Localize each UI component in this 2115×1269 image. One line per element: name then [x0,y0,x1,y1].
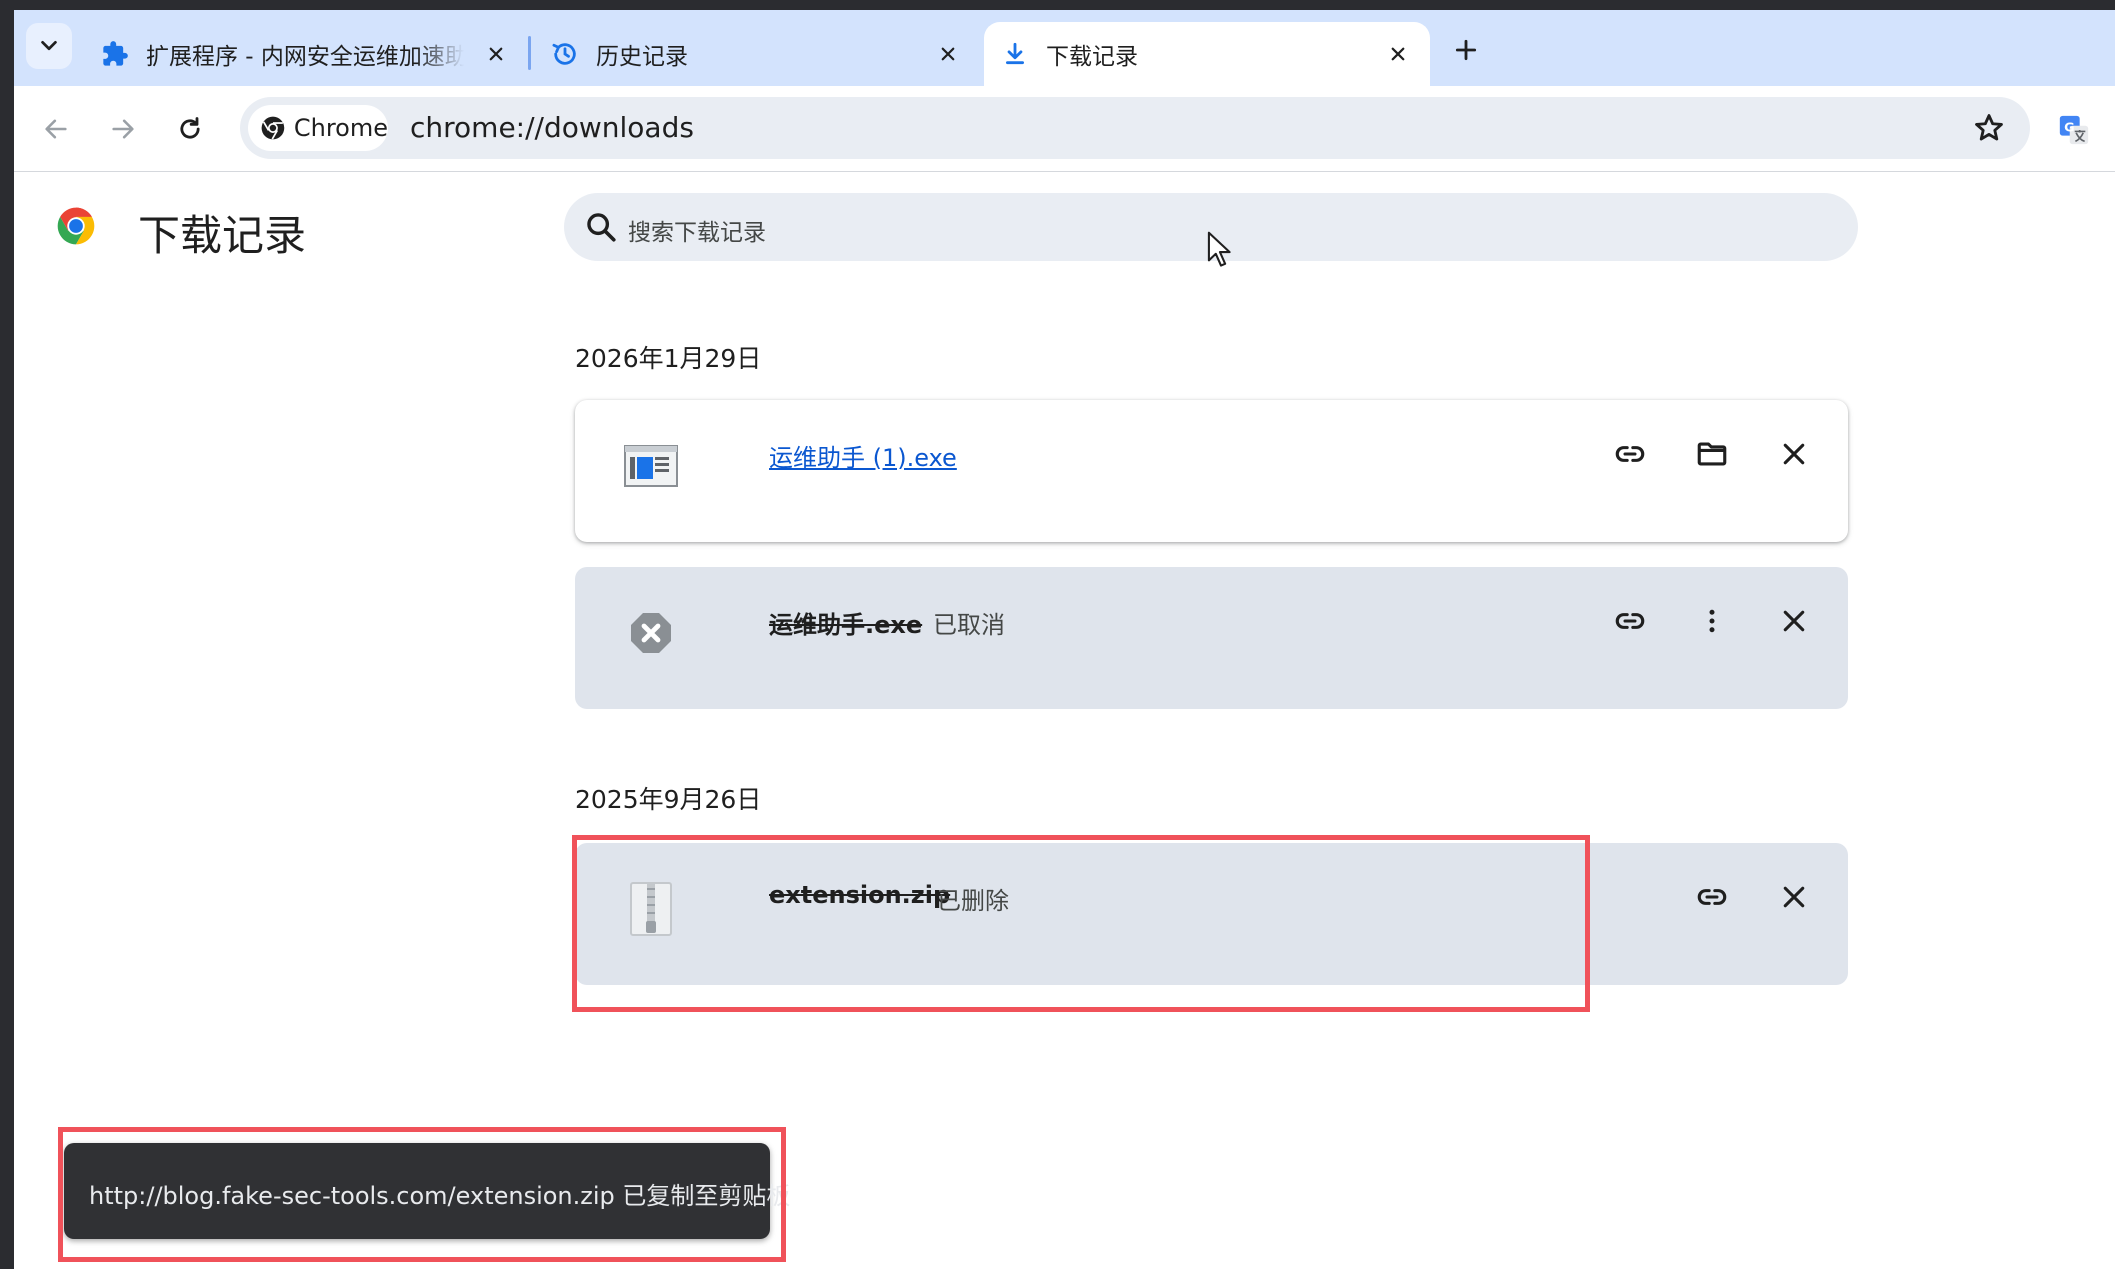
tab-close-button[interactable] [932,38,964,70]
close-icon [1391,47,1405,61]
tab-history[interactable]: 历史记录 [542,22,980,86]
arrow-right-icon [112,119,134,139]
tab-title: 历史记录 [596,44,688,70]
site-info-chip[interactable]: Chrome [248,105,388,151]
forward-button[interactable] [99,105,147,153]
history-icon [548,37,582,71]
download-item: 运维助手.exe 已取消 [575,567,1848,709]
tab-downloads[interactable]: 下载记录 [984,22,1430,86]
download-filename: 运维助手.exe [769,611,923,639]
download-icon [998,37,1032,71]
url-text[interactable]: chrome://downloads [410,111,694,144]
tab-close-button[interactable] [480,38,512,70]
copy-link-button[interactable] [1606,597,1654,645]
tab-close-button[interactable] [1382,38,1414,70]
search-icon [587,213,616,242]
remove-from-list-button[interactable] [1770,430,1818,478]
date-header: 2026年1月29日 [575,344,762,373]
close-icon [941,47,955,61]
remove-from-list-button[interactable] [1770,873,1818,921]
chevron-down-icon [41,40,57,51]
mouse-cursor-icon [1207,231,1231,267]
chrome-logo-icon [57,207,95,245]
window-left-border [0,0,14,1269]
tab-extensions[interactable]: 扩展程序 - 内网安全运维加速助手 [98,22,528,86]
page-title: 下载记录 [138,211,307,260]
link-icon [1697,889,1727,905]
tab-title: 扩展程序 - 内网安全运维加速助手 [146,44,464,70]
download-item: 运维助手 (1).exe [575,400,1848,542]
google-translate-extension-icon[interactable]: G [2052,108,2096,152]
close-icon [489,47,503,61]
close-icon [1783,610,1805,632]
download-filename-link[interactable]: 运维助手 (1).exe [769,438,957,473]
plus-icon [1455,39,1477,61]
reload-icon [180,117,200,139]
copy-link-button[interactable] [1688,873,1736,921]
exe-file-icon [621,436,681,496]
highlight-annotation-box [58,1127,786,1262]
cancelled-x-icon [621,603,681,663]
reload-button[interactable] [166,105,214,153]
tab-search-button[interactable] [26,23,72,69]
close-icon [1783,886,1805,908]
more-vert-icon [1709,609,1715,633]
arrow-left-icon [45,119,67,139]
more-actions-button[interactable] [1688,597,1736,645]
link-icon [1615,446,1645,462]
copy-link-button[interactable] [1606,430,1654,478]
svg-text:G: G [2064,120,2074,135]
tab-strip: 扩展程序 - 内网安全运维加速助手 历史记录 下载记录 [14,10,2115,86]
chrome-icon [261,116,285,140]
folder-icon [1697,442,1727,466]
new-tab-button[interactable] [1444,28,1488,72]
search-placeholder: 搜索下载记录 [628,220,766,246]
puzzle-icon [98,37,132,71]
remove-from-list-button[interactable] [1770,597,1818,645]
chip-label: Chrome [293,114,388,142]
close-icon [1783,443,1805,465]
tab-title: 下载记录 [1046,44,1138,70]
address-bar[interactable]: Chrome chrome://downloads [240,97,2030,159]
download-status: 已取消 [933,611,1005,639]
tab-separator [528,36,531,70]
highlight-annotation-box [572,835,1590,1012]
star-icon[interactable] [1972,111,2006,145]
toolbar: Chrome chrome://downloads G [14,86,2115,172]
back-button[interactable] [32,105,80,153]
link-icon [1615,613,1645,629]
window-top-border [0,0,2115,10]
show-in-folder-button[interactable] [1688,430,1736,478]
date-header: 2025年9月26日 [575,785,762,814]
